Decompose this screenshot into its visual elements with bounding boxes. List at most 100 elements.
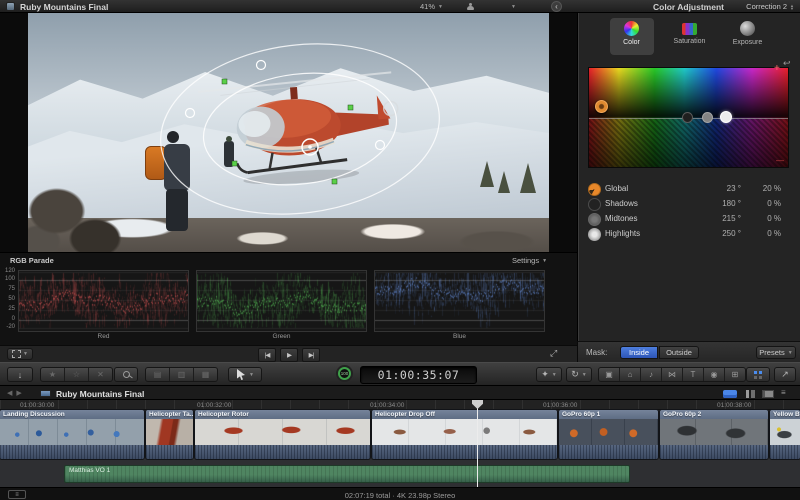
highlights-puck[interactable] [720,111,732,123]
mask-outside-button[interactable]: Outside [659,346,699,359]
clip-name: GoPro 60p 2 [660,410,768,419]
timeline-clip[interactable]: GoPro 60p 1 [559,410,658,459]
project-title: Ruby Mountains Final [56,389,144,399]
list-icon[interactable]: ≡ [781,388,786,397]
timeline-clip[interactable]: Helicopter Drop Off [372,410,557,459]
tab-exposure[interactable]: Exposure [726,18,770,55]
next-frame-button[interactable]: ▶| [302,348,320,362]
timeline-index-icon[interactable] [723,390,737,398]
color-mask-overlay[interactable] [28,13,549,252]
scope-label-green: Green [196,333,367,340]
reject-button[interactable]: ✕ [89,368,112,381]
mask-handle-circle [376,141,385,150]
previous-frame-button[interactable]: |◀ [258,348,276,362]
clip-name: Landing Discussion [0,410,144,419]
scope-tick: 100 [0,276,15,282]
generators-browser-button[interactable]: ◉ [704,368,725,381]
video-scopes: RGB Parade Settings▼ 120 100 75 50 25 0 … [0,252,577,345]
scope-panel-green [196,270,367,332]
browser-toggle-icon [754,371,763,379]
timeline-clip[interactable]: GoPro 60p 2 [660,410,768,459]
marker-chapter-button[interactable]: ▦ [194,368,217,381]
retime-icon: ↻ [571,369,579,380]
color-wheel-icon [624,21,639,36]
global-icon [588,183,601,196]
viewer-display-menu[interactable]: ▼ [466,1,516,12]
clip-name: Helicopter Rotor [195,410,370,419]
ruler-label: 01:00:34:00 [370,402,404,409]
clip-appearance-icon[interactable] [762,390,774,398]
scope-title: RGB Parade [10,256,54,265]
marker-button[interactable]: ▤ [146,368,170,381]
photos-browser-button[interactable]: ▣ [599,368,620,381]
hue-value[interactable]: 215 ° [691,214,741,223]
amount-value[interactable]: 0 % [745,199,781,208]
chevron-down-icon: ▼ [249,372,254,378]
clip-thumbnails [372,419,557,445]
video-frame [28,13,549,252]
control-row-highlights[interactable]: Highlights 250 ° 0 % [586,227,793,240]
scope-settings-menu[interactable]: Settings▼ [512,256,547,265]
play-button[interactable]: ▶ [280,348,298,362]
timeline-clip[interactable]: Yellow Boots [770,410,800,459]
correction-label: Correction 2 [746,2,787,11]
tab-saturation[interactable]: Saturation [668,18,712,55]
audio-meters-icon[interactable] [746,390,755,398]
import-button[interactable]: ↓ [7,367,33,382]
viewer-zoom-menu[interactable]: 41%▼ [420,1,443,12]
enhancements-menu[interactable]: ✦▼ [536,367,562,382]
tab-color[interactable]: Color [610,18,654,55]
title-bar: Ruby Mountains Final 41%▼ ▼ ‹ Color Adju… [0,0,800,13]
playhead-line[interactable] [477,400,478,487]
timeline-clip[interactable]: Helicopter Rotor [195,410,370,459]
global-puck[interactable] [595,100,608,113]
transitions-browser-button[interactable]: ⋈ [662,368,683,381]
favorite-button[interactable]: ★ [41,368,65,381]
chevron-down-icon: ▼ [511,4,516,10]
timeline-clip[interactable]: Helicopter Ta... [146,410,193,459]
tool-select-menu[interactable]: ▼ [228,367,262,382]
midtones-puck[interactable] [702,112,713,123]
viewer-pane [0,13,577,252]
clip-audio-waveform [372,445,557,459]
scope-tick: 120 [0,268,15,274]
grid-plus-icon: + [774,63,780,74]
timeline-history-back[interactable]: ◀▶ [7,389,26,397]
viewer-transport-bar: ▼ |◀ ▶ ▶| ⤢ [0,345,577,362]
amount-value[interactable]: 0 % [745,214,781,223]
scope-tick: 25 [0,306,15,312]
timeline-ruler[interactable]: 01:00:30:00 01:00:32:00 01:00:34:00 01:0… [0,400,800,410]
control-row-shadows[interactable]: Shadows 180 ° 0 % [586,197,793,210]
themes-browser-button[interactable]: ⌂ [620,368,641,381]
transform-tool-menu[interactable]: ▼ [7,348,33,360]
amount-value[interactable]: 0 % [745,229,781,238]
music-browser-button[interactable]: ♪ [641,368,662,381]
mask-outer-ellipse [151,29,449,230]
control-row-midtones[interactable]: Midtones 215 ° 0 % [586,212,793,225]
unrate-button[interactable]: ☆ [65,368,89,381]
inspector-back-button[interactable]: ‹ [551,1,562,12]
titles-browser-button[interactable]: T [683,368,704,381]
share-button[interactable]: ↗ [774,367,796,382]
retime-menu[interactable]: ↻▼ [566,367,592,382]
mask-presets-menu[interactable]: Presets▼ [756,346,796,359]
audio-clip-matthias-vo[interactable]: Matthias VO 1 [64,465,630,483]
project-duration-status: 02:07:19 total · 4K 23.98p Stereo [0,491,800,500]
hue-value[interactable]: 250 ° [691,229,741,238]
mask-inside-button[interactable]: Inside [620,346,658,359]
timeline-clip[interactable]: Landing Discussion [0,410,144,459]
keyword-button[interactable] [114,367,138,382]
background-tasks-indicator[interactable]: 100 [338,367,351,380]
browser-toggle-button[interactable] [746,367,770,382]
effects-browser-button[interactable]: ⊞ [725,368,745,381]
amount-value[interactable]: 20 % [745,184,781,193]
marker-todo-button[interactable]: ▥ [170,368,194,381]
hue-value[interactable]: 180 ° [691,199,741,208]
grid-hatch [589,118,788,168]
control-row-global[interactable]: Global 23 ° 20 % [586,182,793,195]
hue-value[interactable]: 23 ° [691,184,741,193]
cursor-icon [236,369,246,380]
correction-selector[interactable]: Correction 2 ▲▼ [746,1,794,12]
shadows-puck[interactable] [682,112,693,123]
fullscreen-icon[interactable]: ⤢ [550,348,557,359]
